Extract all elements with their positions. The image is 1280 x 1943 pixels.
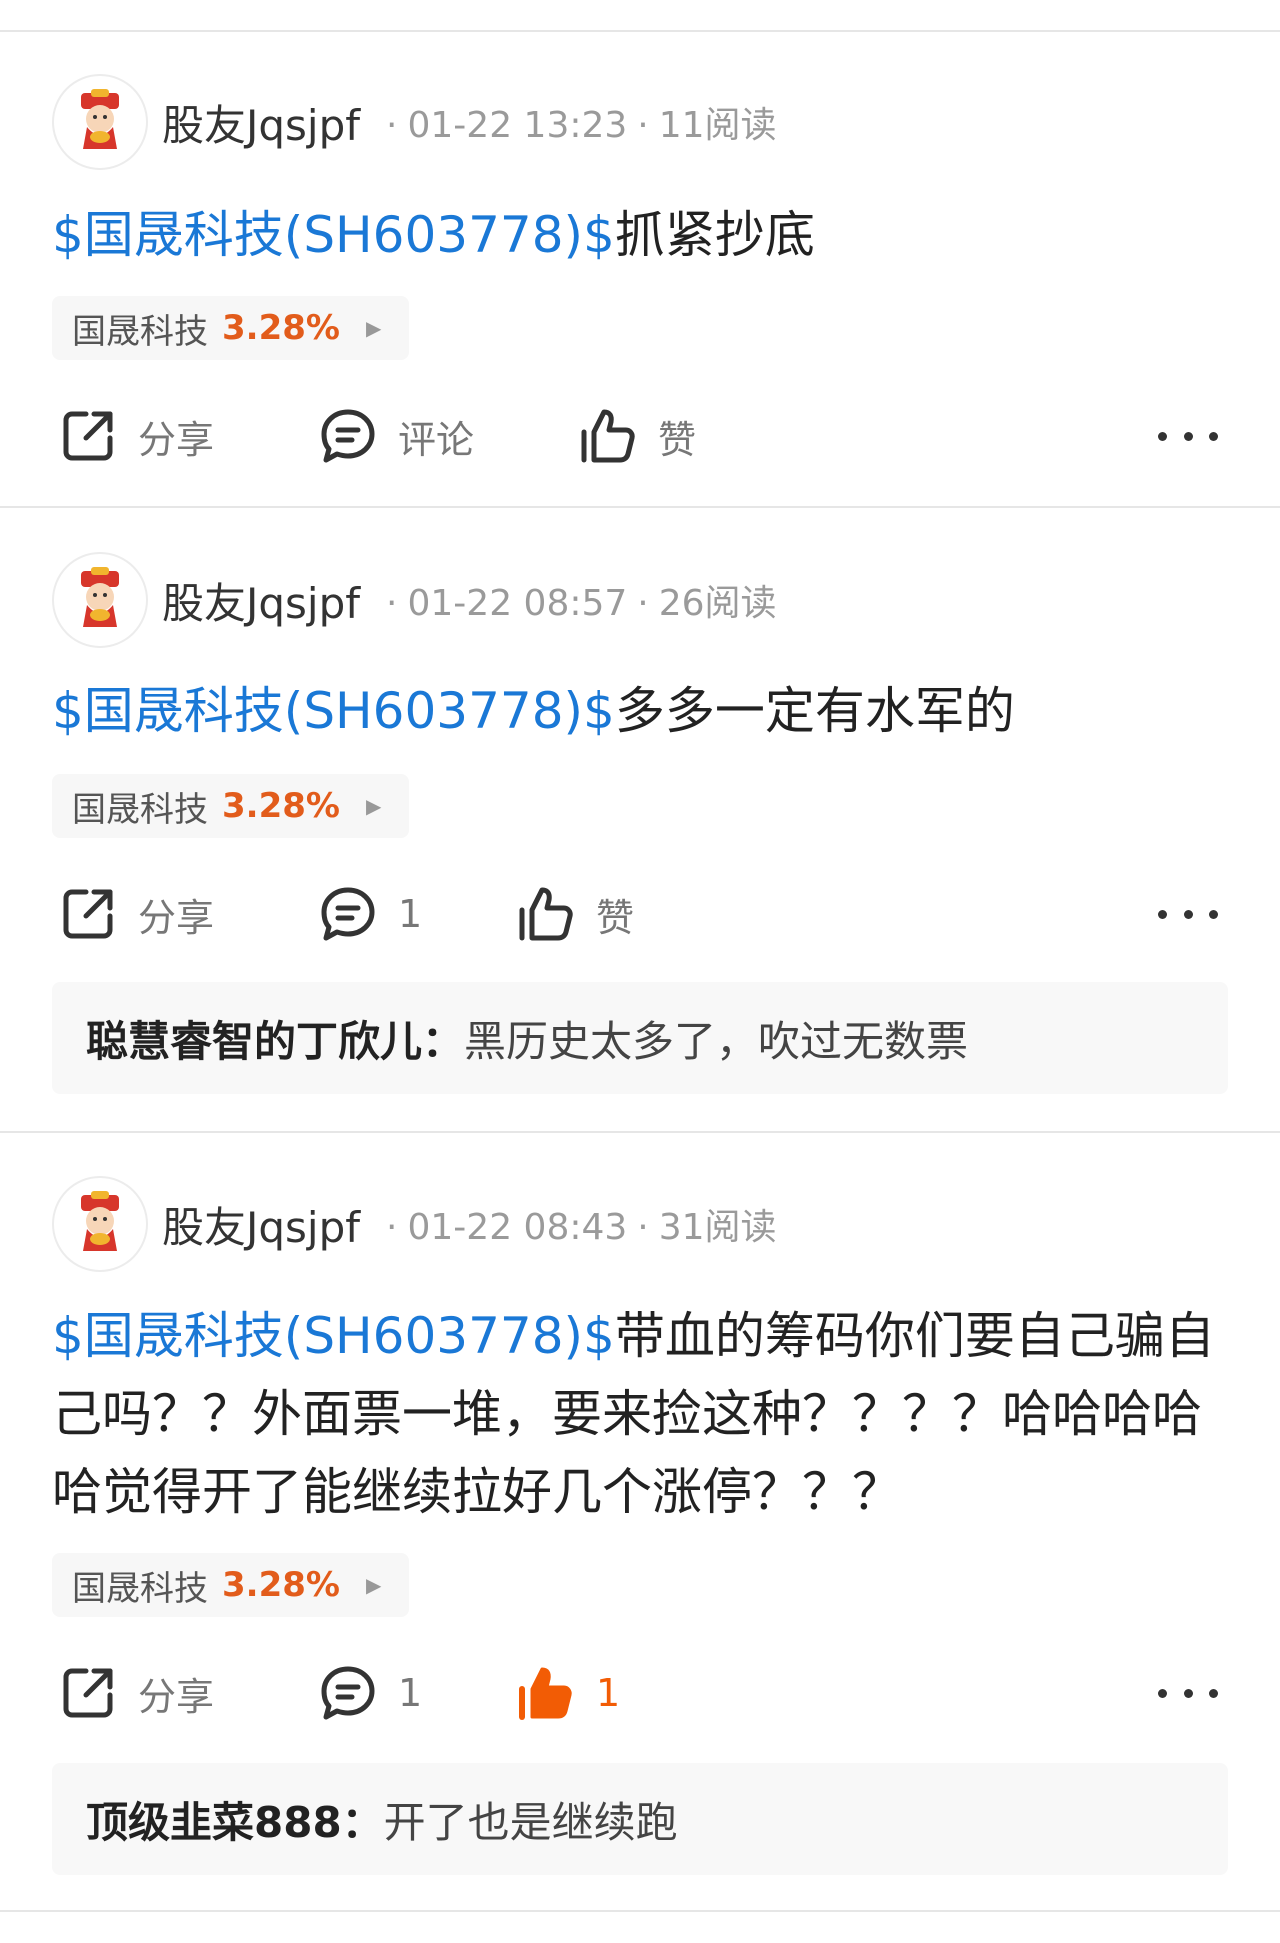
stock-chip[interactable]: 国晟科技 3.28% ▶ (52, 1553, 410, 1617)
post-actions: 分享 1 赞 (0, 879, 1280, 949)
meta-dot: · (637, 583, 649, 624)
comment-button[interactable]: 1 (318, 1658, 422, 1728)
share-label: 分享 (138, 895, 215, 940)
more-button[interactable] (1158, 1668, 1218, 1718)
comment-icon (321, 887, 375, 941)
read-count: 11阅读 (658, 105, 777, 146)
post-text: 抓紧抄底 (614, 206, 815, 264)
like-button[interactable]: 赞 (578, 401, 696, 471)
post-time: 01-22 08:57 (407, 583, 628, 624)
thumbs-up-icon (519, 887, 573, 941)
post-author-row: 股友Jqsjpf · 01-22 08:43 · 31阅读 (52, 1174, 777, 1274)
like-label: 赞 (596, 895, 635, 940)
more-button[interactable] (1158, 889, 1218, 939)
comment-text: 开了也是继续跑 (383, 1797, 678, 1847)
stock-chip-change: 3.28% (222, 1565, 340, 1605)
more-icon (1158, 1688, 1167, 1698)
post-time: 01-22 08:43 (407, 1207, 628, 1248)
comment-label: 评论 (398, 417, 475, 462)
stock-chip-change: 3.28% (222, 308, 340, 348)
avatar-caishen-icon (81, 89, 119, 149)
stock-chip[interactable]: 国晟科技 3.28% ▶ (52, 774, 410, 838)
post-content[interactable]: $国晟科技(SH603778)$抓紧抄底 (52, 196, 1232, 274)
share-label: 分享 (138, 417, 215, 462)
more-icon (1209, 431, 1218, 441)
meta-dot: · (386, 1207, 398, 1248)
comment-count: 1 (398, 1671, 423, 1715)
more-button[interactable] (1158, 411, 1218, 461)
share-label: 分享 (138, 1674, 215, 1719)
more-icon (1209, 1688, 1218, 1698)
post-meta: · 01-22 08:43 · 31阅读 (376, 1198, 777, 1250)
chevron-right-icon: ▶ (365, 316, 382, 340)
stock-chip-name: 国晟科技 (72, 311, 208, 352)
avatar-caishen-icon (81, 1191, 119, 1251)
post-divider (0, 1910, 1280, 1912)
stock-link[interactable]: $国晟科技(SH603778)$ (52, 682, 615, 740)
meta-dot: · (637, 105, 649, 146)
like-button[interactable]: 1 (516, 1658, 620, 1728)
comment-preview[interactable]: 顶级韭菜888： 开了也是继续跑 (52, 1763, 1228, 1875)
post-time: 01-22 13:23 (407, 105, 628, 146)
share-button[interactable]: 分享 (58, 1658, 214, 1728)
more-icon (1183, 431, 1193, 441)
post-divider (0, 506, 1280, 508)
stock-chip-name: 国晟科技 (72, 789, 208, 830)
more-icon (1158, 909, 1167, 919)
chevron-right-icon: ▶ (365, 794, 382, 818)
avatar-caishen-icon (81, 567, 119, 627)
meta-dot: · (386, 583, 398, 624)
meta-dot: · (637, 1207, 649, 1248)
commenter-name[interactable]: 顶级韭菜888： (86, 1789, 384, 1850)
avatar[interactable] (52, 1176, 148, 1272)
post-meta: · 01-22 13:23 · 11阅读 (376, 96, 777, 148)
like-button[interactable]: 赞 (516, 879, 634, 949)
post-content[interactable]: $国晟科技(SH603778)$多多一定有水军的 (52, 672, 1232, 750)
like-label: 赞 (658, 417, 697, 462)
avatar[interactable] (52, 552, 148, 648)
read-count: 26阅读 (658, 583, 777, 624)
post-meta: · 01-22 08:57 · 26阅读 (376, 574, 777, 626)
commenter-name[interactable]: 聪慧睿智的丁欣儿： (86, 1008, 464, 1069)
top-divider (0, 30, 1280, 32)
comment-preview[interactable]: 聪慧睿智的丁欣儿： 黑历史太多了，吹过无数票 (52, 982, 1228, 1094)
comment-button[interactable]: 1 (318, 879, 422, 949)
thumbs-up-icon (581, 409, 635, 463)
share-icon (63, 889, 113, 939)
username[interactable]: 股友Jqsjpf (162, 1194, 360, 1255)
avatar[interactable] (52, 74, 148, 170)
stock-link[interactable]: $国晟科技(SH603778)$ (52, 1307, 615, 1365)
post-author-row: 股友Jqsjpf · 01-22 08:57 · 26阅读 (52, 550, 777, 650)
stock-chip-change: 3.28% (222, 786, 340, 826)
comment-text: 黑历史太多了，吹过无数票 (464, 1016, 969, 1066)
username[interactable]: 股友Jqsjpf (162, 570, 360, 631)
post-text: 多多一定有水军的 (614, 682, 1015, 740)
share-icon (63, 1668, 113, 1718)
stock-chip[interactable]: 国晟科技 3.28% ▶ (52, 296, 410, 360)
comment-icon (321, 1666, 375, 1720)
read-count: 31阅读 (658, 1207, 777, 1248)
chevron-right-icon: ▶ (365, 1573, 382, 1597)
share-button[interactable]: 分享 (58, 879, 214, 949)
post-content[interactable]: $国晟科技(SH603778)$带血的筹码你们要自己骗自己吗？？外面票一堆，要来… (52, 1297, 1232, 1531)
like-count: 1 (596, 1671, 621, 1715)
post-actions: 分享 1 1 (0, 1658, 1280, 1728)
more-icon (1183, 909, 1193, 919)
comment-icon (321, 409, 375, 463)
post-author-row: 股友Jqsjpf · 01-22 13:23 · 11阅读 (52, 72, 777, 172)
username[interactable]: 股友Jqsjpf (162, 92, 360, 153)
more-icon (1183, 1688, 1193, 1698)
meta-dot: · (386, 105, 398, 146)
post-divider (0, 1131, 1280, 1133)
share-icon (63, 411, 113, 461)
comment-count: 1 (398, 892, 423, 936)
comment-button[interactable]: 评论 (318, 401, 474, 471)
thumbs-up-icon (519, 1667, 572, 1720)
share-button[interactable]: 分享 (58, 401, 214, 471)
post-actions: 分享 评论 赞 (0, 401, 1280, 471)
more-icon (1158, 431, 1167, 441)
stock-link[interactable]: $国晟科技(SH603778)$ (52, 206, 615, 264)
more-icon (1209, 909, 1218, 919)
stock-chip-name: 国晟科技 (72, 1568, 208, 1609)
